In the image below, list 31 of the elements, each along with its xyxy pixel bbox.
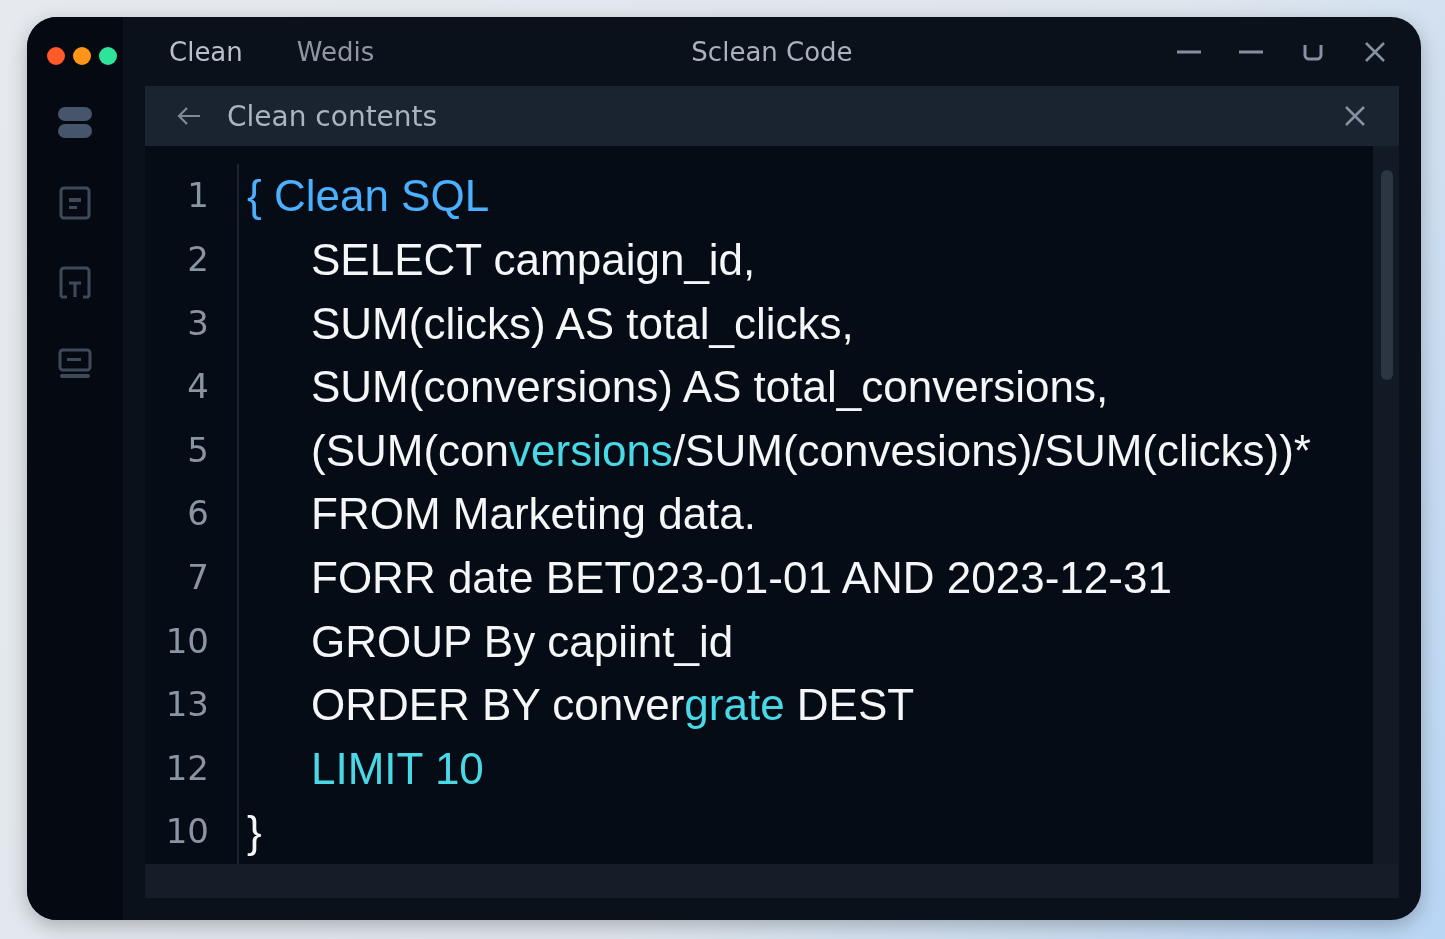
line-number: 2 (187, 238, 209, 282)
code-line: SUM(clicks) AS total_clicks, (311, 297, 854, 350)
code-line: GROUP By capiint_id (311, 615, 734, 668)
window-title: Sclean Code (691, 36, 853, 67)
code-line: (SUM(conversions/SUM(convesions)/SUM(clicks))* (311, 424, 1311, 477)
code-line: } (247, 806, 262, 859)
window-tab[interactable]: Clean (169, 32, 243, 71)
code-line: SUM(conversions) AS total_conversions, (311, 361, 1109, 414)
line-number: 4 (187, 365, 209, 409)
line-number: 10 (165, 810, 209, 854)
stack-icon[interactable] (57, 105, 93, 141)
code-line: { Clean SQL (247, 170, 490, 223)
window-tab[interactable]: Wedis (296, 32, 375, 71)
code-line: FORR date BET023-01-01 AND 2023-12-31 (311, 552, 1172, 605)
line-number: 3 (187, 301, 209, 345)
window-control-dot[interactable] (73, 47, 91, 65)
line-number: 12 (165, 746, 209, 790)
code-line: ORDER BY convergrate DEST (311, 679, 915, 732)
code-line: SELECT campaign_id, (311, 234, 756, 287)
line-number: 1 (187, 174, 209, 218)
code-line: FROM Marketing data. (311, 488, 757, 541)
line-number: 5 (187, 428, 209, 472)
panel-title: Clean contents (227, 99, 438, 133)
line-number: 13 (165, 683, 209, 727)
code-line: LIMIT 10 (311, 742, 484, 795)
window-control-dot[interactable] (47, 47, 65, 65)
line-number: 10 (165, 619, 209, 663)
line-number: 6 (187, 492, 209, 536)
scrollbar-thumb[interactable] (1381, 170, 1393, 381)
window-control-dot[interactable] (99, 47, 117, 65)
line-number: 7 (187, 556, 209, 600)
